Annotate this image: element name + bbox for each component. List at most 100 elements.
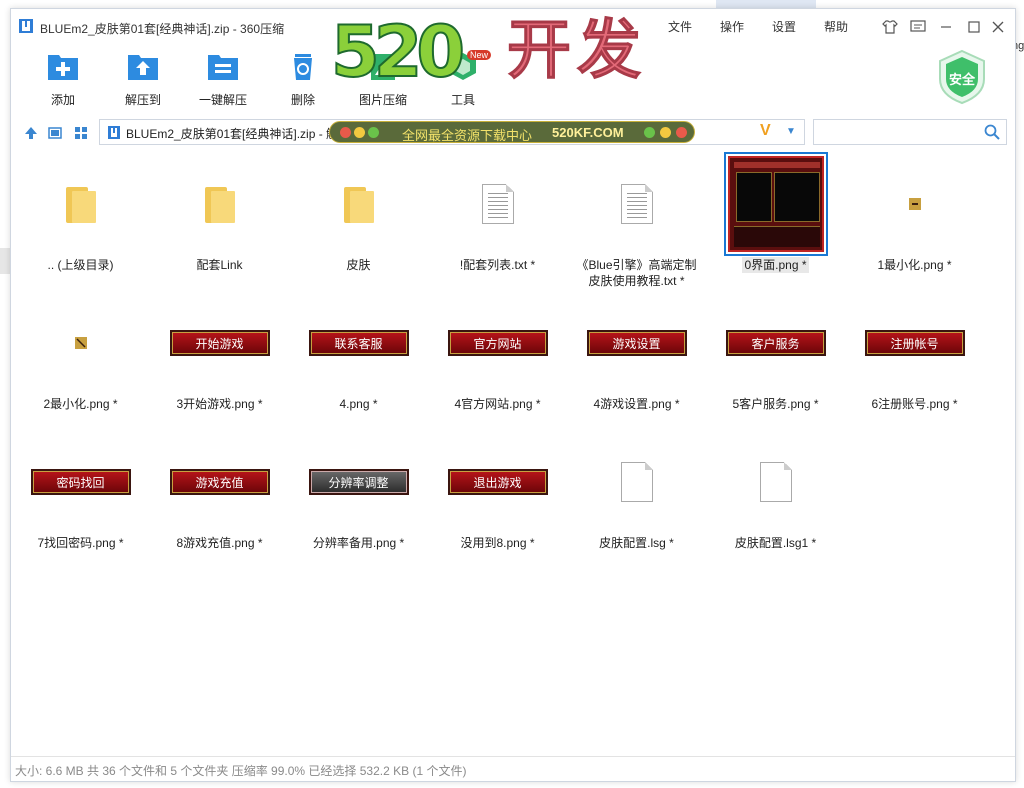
banner-text: 全网最全资源下载中心 xyxy=(402,128,533,143)
zip-app-icon xyxy=(19,19,33,33)
file-item[interactable]: 1最小化.png * xyxy=(845,154,984,284)
text-file-icon xyxy=(481,184,514,224)
file-item[interactable]: 0界面.png * xyxy=(706,152,845,284)
file-name-text: 4.png * xyxy=(339,397,378,411)
file-item[interactable]: 《Blue引擎》高端定制皮肤使用教程.txt * xyxy=(567,154,706,288)
delete-button[interactable]: 删除 xyxy=(263,51,343,108)
extract-to-label: 解压到 xyxy=(124,93,161,107)
menu-settings[interactable]: 设置 xyxy=(772,18,796,35)
title-bar: BLUEm2_皮肤第01套[经典神话].zip - 360压缩 文件 操作 设置… xyxy=(11,9,1015,45)
file-name: 《Blue引擎》高端定制皮肤使用教程.txt * xyxy=(571,257,702,289)
menu-operate[interactable]: 操作 xyxy=(720,18,744,35)
file-name: 配套Link xyxy=(154,257,285,273)
file-name-text: 皮肤配置.lsg * xyxy=(599,536,674,550)
toolbar: 添加 解压到 一键解压 删除 图片压缩 工具 New 安全 xyxy=(11,45,1015,111)
file-item[interactable]: 游戏充值 8游戏充值.png * xyxy=(150,432,289,562)
extract-to-icon xyxy=(128,55,158,80)
add-button[interactable]: 添加 xyxy=(23,51,103,108)
minimize-image-icon xyxy=(74,337,87,349)
button-image-caption: 注册帐号 xyxy=(890,336,939,351)
file-item[interactable]: .. (上级目录) xyxy=(11,154,150,284)
file-name: 皮肤 xyxy=(293,257,424,273)
file-item[interactable]: !配套列表.txt * xyxy=(428,154,567,284)
file-name: 没用到8.png * xyxy=(432,535,563,551)
maximize-icon[interactable] xyxy=(964,17,984,37)
close-icon[interactable] xyxy=(988,17,1008,37)
file-item[interactable]: 联系客服 4.png * xyxy=(289,293,428,423)
safe-label: 安全 xyxy=(949,72,976,88)
minimize-image-icon xyxy=(908,198,921,210)
up-arrow-icon[interactable] xyxy=(23,125,39,141)
search-input[interactable] xyxy=(813,119,1007,145)
ui-image-thumbnail xyxy=(727,156,824,252)
view-grid-icon[interactable] xyxy=(73,125,89,141)
one-click-extract-button[interactable]: 一键解压 xyxy=(183,51,263,108)
file-thumbnail: 客户服务 xyxy=(706,293,845,393)
status-text: 大小: 6.6 MB 共 36 个文件和 5 个文件夹 压缩率 99.0% 已经… xyxy=(15,764,467,778)
file-item[interactable]: 配套Link xyxy=(150,154,289,284)
file-thumbnail: 注册帐号 xyxy=(845,293,984,393)
one-click-extract-icon xyxy=(208,55,238,80)
file-thumbnail: 游戏充值 xyxy=(150,432,289,532)
text-file-icon xyxy=(620,184,653,224)
file-name: 3开始游戏.png * xyxy=(154,396,285,412)
file-name: !配套列表.txt * xyxy=(432,257,563,273)
file-name: .. (上级目录) xyxy=(15,257,146,273)
delete-icon xyxy=(294,54,312,80)
file-name-text: .. (上级目录) xyxy=(47,258,114,272)
folder-icon xyxy=(204,187,235,223)
file-name: 7找回密码.png * xyxy=(15,535,146,551)
image-compress-button[interactable]: 图片压缩 xyxy=(343,51,423,108)
file-item[interactable]: 分辨率调整 分辨率备用.png * xyxy=(289,432,428,562)
file-name: 6注册账号.png * xyxy=(849,396,980,412)
file-thumbnail xyxy=(706,152,845,256)
blank-file-icon xyxy=(759,462,792,502)
banner-domain: 520KF.COM xyxy=(552,125,624,140)
file-thumbnail xyxy=(289,154,428,254)
safe-shield-icon[interactable]: 安全 xyxy=(937,49,987,105)
image-compress-label: 图片压缩 xyxy=(358,93,407,107)
file-item[interactable]: 皮肤配置.lsg * xyxy=(567,432,706,562)
menu-file[interactable]: 文件 xyxy=(668,18,692,35)
file-item[interactable]: 客户服务 5客户服务.png * xyxy=(706,293,845,423)
file-thumbnail: 游戏设置 xyxy=(567,293,706,393)
file-name-text: !配套列表.txt * xyxy=(459,258,536,272)
file-item[interactable]: 皮肤配置.lsg1 * xyxy=(706,432,845,562)
file-item[interactable]: 开始游戏 3开始游戏.png * xyxy=(150,293,289,423)
add-icon xyxy=(48,55,78,80)
chevron-down-icon[interactable]: ▼ xyxy=(786,126,796,137)
button-image-caption: 开始游戏 xyxy=(195,336,244,351)
one-click-extract-label: 一键解压 xyxy=(198,93,247,107)
extract-to-button[interactable]: 解压到 xyxy=(103,51,183,108)
new-badge: New xyxy=(467,50,492,60)
button-image-thumbnail: 密码找回 xyxy=(30,469,131,495)
skin-icon[interactable] xyxy=(880,17,900,37)
button-image-thumbnail: 退出游戏 xyxy=(447,469,548,495)
file-item[interactable]: 退出游戏没用到8.png * xyxy=(428,432,567,562)
search-icon[interactable] xyxy=(984,124,1000,140)
file-thumbnail xyxy=(567,432,706,532)
check-v-icon[interactable]: V xyxy=(760,122,771,140)
banner-dot-yellow xyxy=(354,127,365,138)
view-detail-icon[interactable] xyxy=(47,125,63,141)
banner-dot-red-right xyxy=(676,127,687,138)
file-item[interactable]: 游戏设置 4游戏设置.png * xyxy=(567,293,706,423)
button-image-thumbnail: 游戏设置 xyxy=(586,330,687,356)
tools-button[interactable]: 工具 xyxy=(423,51,503,108)
file-name-text: 皮肤 xyxy=(346,258,371,272)
button-image-thumbnail: 开始游戏 xyxy=(169,330,270,356)
menu-help[interactable]: 帮助 xyxy=(824,18,848,35)
file-item[interactable]: 密码找回 7找回密码.png * xyxy=(11,432,150,562)
file-thumbnail xyxy=(706,432,845,532)
feedback-icon[interactable] xyxy=(908,17,928,37)
file-item[interactable]: 皮肤 xyxy=(289,154,428,284)
file-name: 0界面.png * xyxy=(710,257,841,273)
button-image-caption: 官方网站 xyxy=(473,336,522,351)
minimize-icon[interactable] xyxy=(936,17,956,37)
file-item[interactable]: 官方网站 4官方网站.png * xyxy=(428,293,567,423)
file-thumbnail xyxy=(11,154,150,254)
file-item[interactable]: 注册帐号 6注册账号.png * xyxy=(845,293,984,423)
file-item[interactable]: 2最小化.png * xyxy=(11,293,150,423)
button-image-caption: 退出游戏 xyxy=(473,475,522,490)
button-image-thumbnail: 客户服务 xyxy=(725,330,826,356)
